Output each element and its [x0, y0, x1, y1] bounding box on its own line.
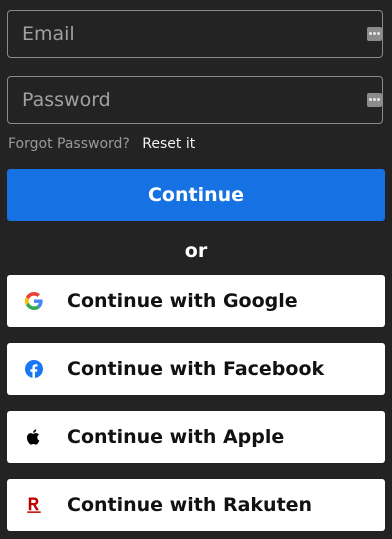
social-button-label: Continue with Facebook [67, 358, 325, 380]
email-input[interactable] [22, 11, 352, 57]
continue-with-facebook-button[interactable]: Continue with Facebook [7, 343, 385, 395]
password-manager-icon[interactable] [367, 27, 382, 41]
continue-with-google-button[interactable]: Continue with Google [7, 275, 385, 327]
password-field-container [7, 76, 383, 124]
password-manager-icon[interactable] [367, 93, 382, 107]
reset-password-link[interactable]: Reset it [142, 136, 195, 152]
social-button-label: Continue with Apple [67, 426, 285, 448]
continue-button[interactable]: Continue [7, 169, 385, 221]
forgot-password-row: Forgot Password? Reset it [8, 135, 195, 153]
social-button-label: Continue with Google [67, 290, 298, 312]
apple-icon [25, 428, 43, 446]
password-input[interactable] [22, 77, 352, 123]
or-divider: or [184, 240, 208, 262]
facebook-icon [25, 360, 43, 378]
google-icon [25, 292, 43, 310]
rakuten-icon [25, 496, 43, 514]
forgot-password-label: Forgot Password? [8, 136, 130, 152]
social-button-label: Continue with Rakuten [67, 494, 313, 516]
continue-with-rakuten-button[interactable]: Continue with Rakuten [7, 479, 385, 531]
email-field-container [7, 10, 383, 58]
continue-with-apple-button[interactable]: Continue with Apple [7, 411, 385, 463]
